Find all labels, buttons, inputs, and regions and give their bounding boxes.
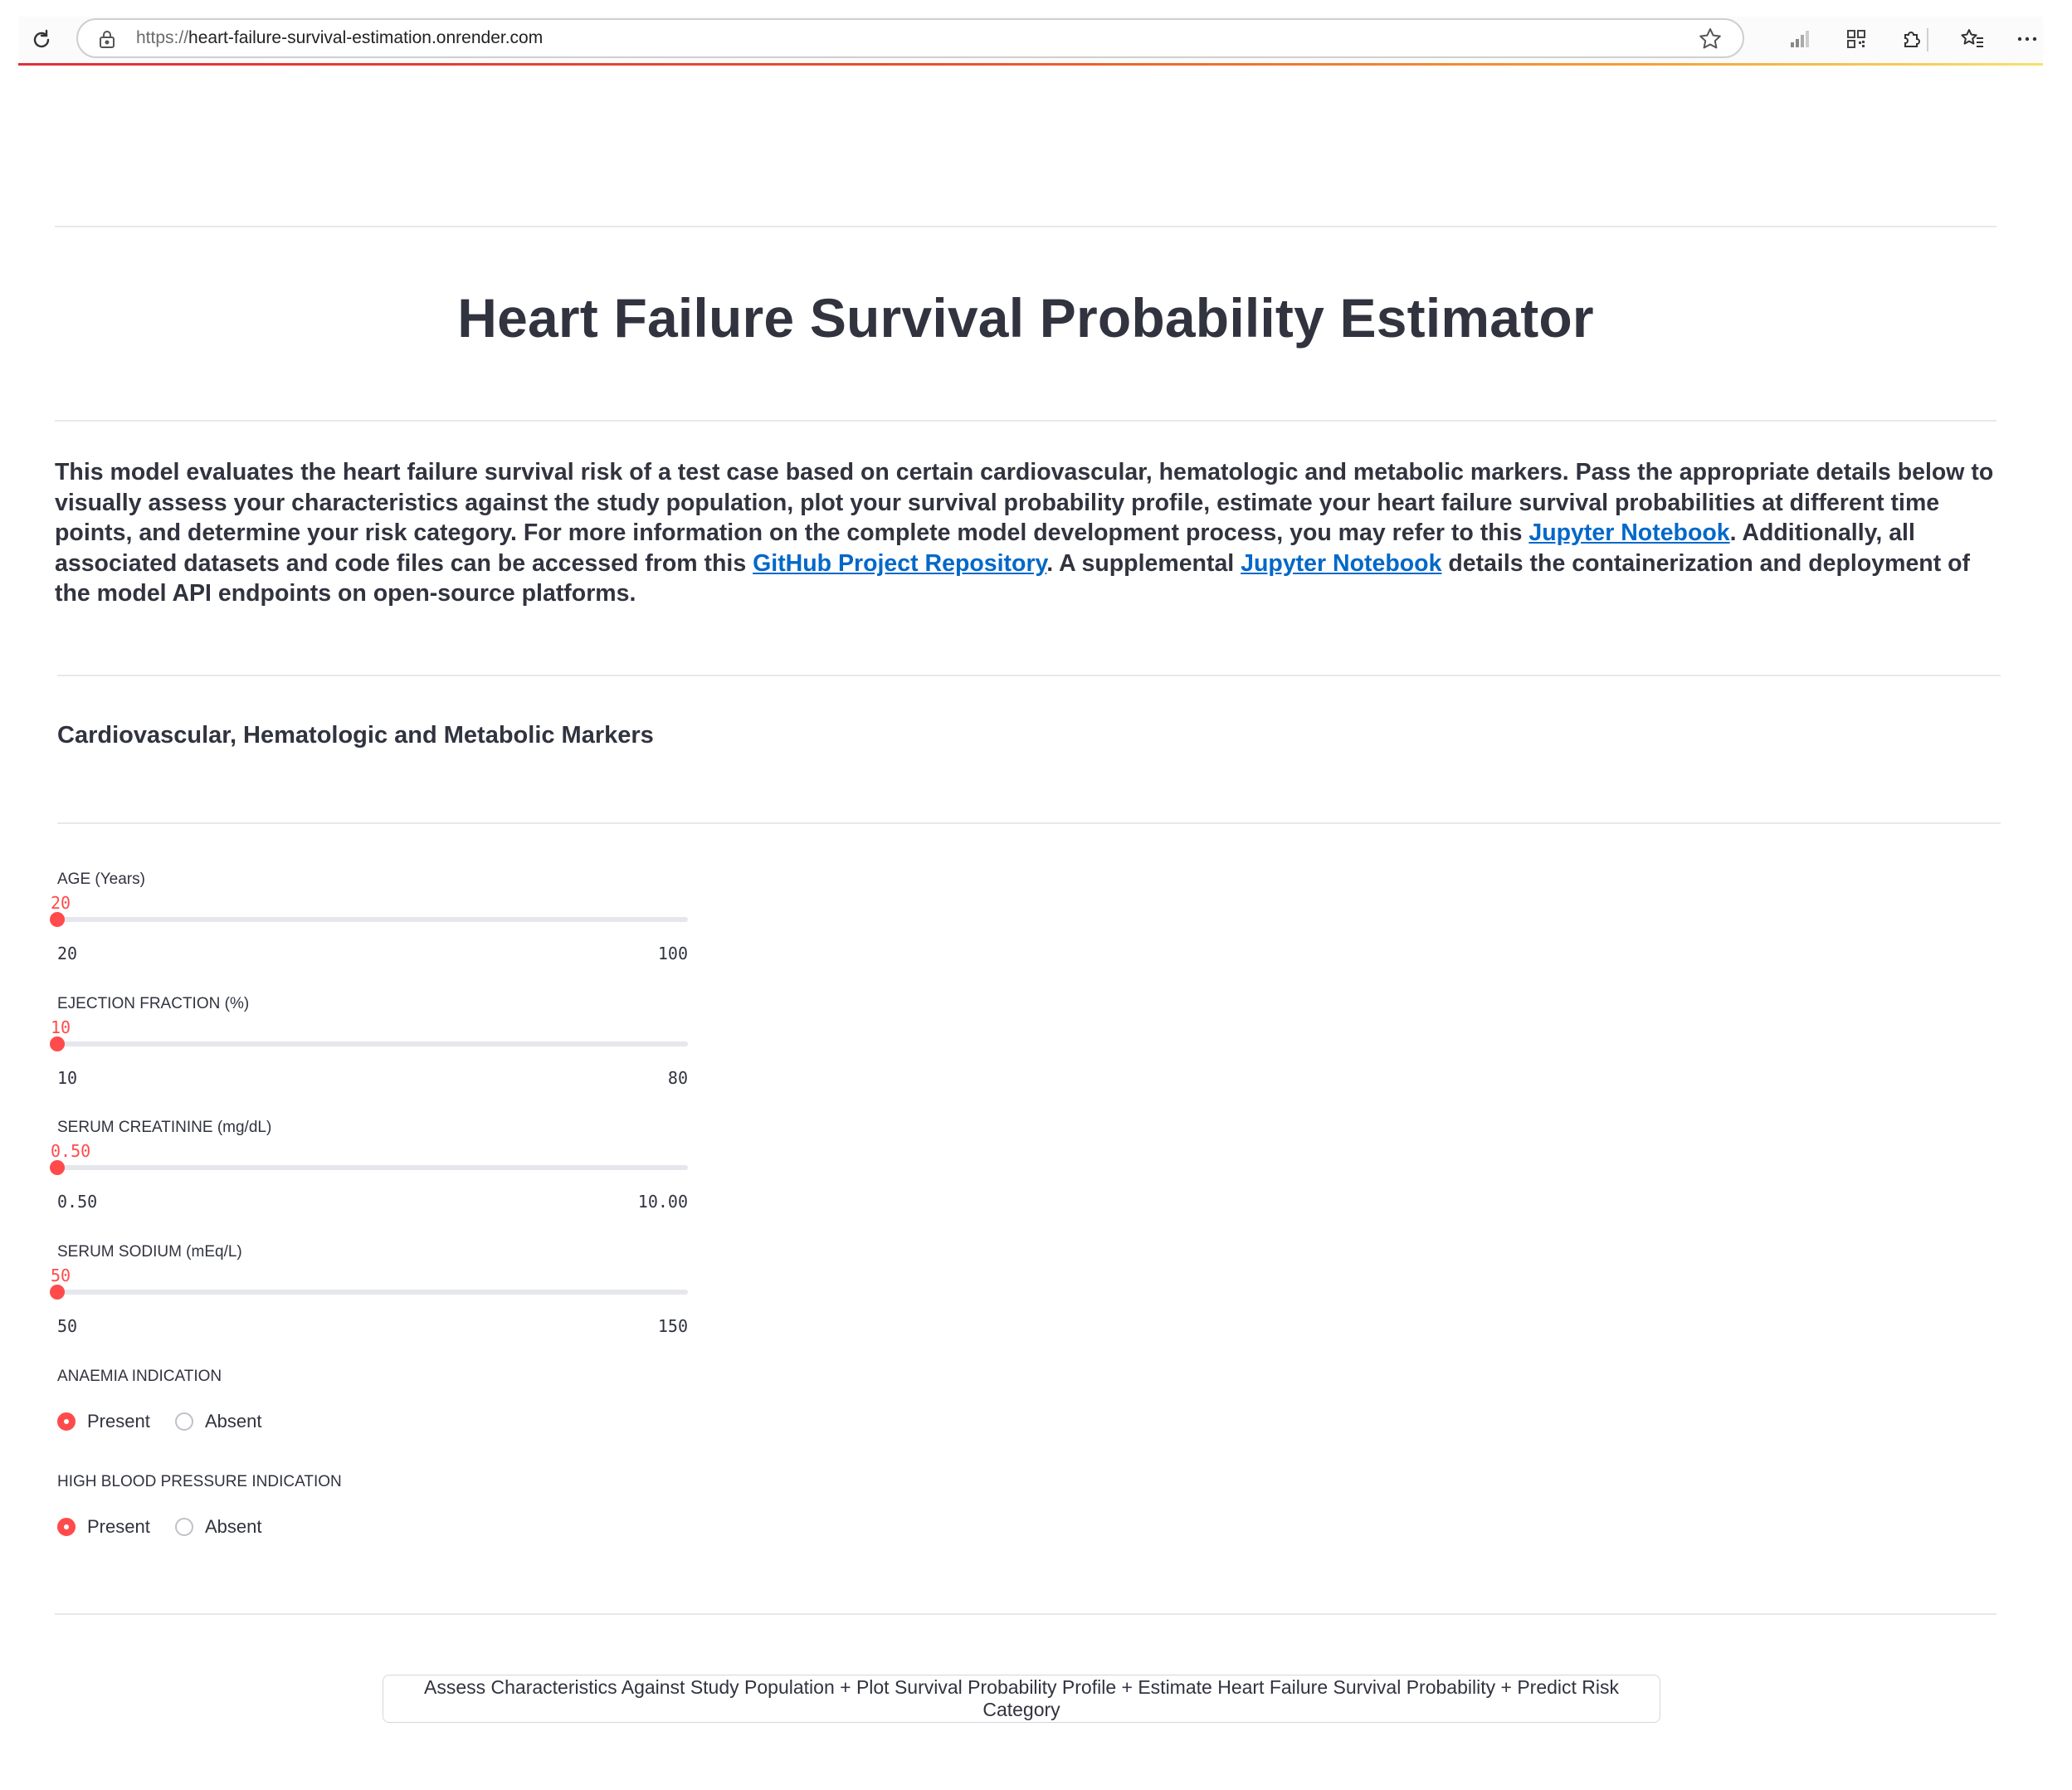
qr-code-icon[interactable] [1842,25,1870,53]
radio-option-label: Absent [205,1516,262,1537]
radio-group-label: HIGH BLOOD PRESSURE INDICATION [57,1473,342,1490]
radio-option-label: Present [87,1411,150,1432]
slider-max-label: 100 [657,944,688,963]
serum-sodium-slider: SERUM SODIUM (mEq/L) 50 50 150 [50,1243,688,1351]
page-title: Heart Failure Survival Probability Estim… [457,287,1594,349]
radio-option-present[interactable]: Present [57,1409,150,1434]
slider-current-value: 50 [51,1266,71,1285]
radio-circle-selected[interactable] [57,1412,76,1431]
reload-icon[interactable] [27,25,56,55]
divider [57,822,2001,824]
serum-creatinine-slider: SERUM CREATININE (mg/dL) 0.50 0.50 10.00 [50,1119,688,1227]
toolbar-separator [1927,28,1928,51]
url-text: https://heart-failure-survival-estimatio… [136,20,543,56]
star-icon[interactable] [1698,27,1723,51]
signal-bars-icon[interactable] [1786,25,1814,53]
slider-label: SERUM CREATININE (mg/dL) [57,1119,272,1136]
puzzle-icon[interactable] [1897,25,1925,53]
slider-track[interactable] [57,1041,688,1046]
radio-option-label: Absent [205,1411,262,1432]
slider-thumb[interactable] [50,1036,65,1051]
anaemia-radio-group: ANAEMIA INDICATION Present Absent [57,1368,638,1442]
intro-paragraph: This model evaluates the heart failure s… [55,457,2001,609]
supplemental-notebook-link[interactable]: Jupyter Notebook [1241,550,1441,577]
page-load-progress [18,63,2043,66]
slider-min-label: 10 [57,1068,78,1088]
jupyter-notebook-link[interactable]: Jupyter Notebook [1528,519,1729,546]
radio-option-label: Present [87,1516,150,1537]
url-host: heart-failure-survival-estimation.onrend… [188,28,544,47]
assess-and-predict-button[interactable]: Assess Characteristics Against Study Pop… [383,1675,1660,1723]
slider-thumb[interactable] [50,1285,65,1300]
slider-track[interactable] [57,1290,688,1295]
radio-group-label: ANAEMIA INDICATION [57,1368,222,1385]
slider-max-label: 10.00 [637,1192,688,1212]
url-scheme: https:// [136,28,189,47]
intro-text: . A supplemental [1046,549,1241,577]
slider-min-label: 0.50 [57,1192,98,1212]
slider-max-label: 80 [667,1068,688,1088]
more-dots-icon[interactable] [2013,25,2041,53]
high-blood-pressure-radio-group: HIGH BLOOD PRESSURE INDICATION Present A… [57,1473,638,1548]
slider-track[interactable] [57,917,688,922]
lock-icon [100,31,115,48]
age-slider: AGE (Years) 20 20 100 [50,871,688,978]
slider-min-label: 20 [57,944,78,963]
address-bar[interactable]: https://heart-failure-survival-estimatio… [76,18,1744,58]
section-heading: Cardiovascular, Hematologic and Metaboli… [57,722,654,749]
slider-track[interactable] [57,1165,688,1170]
slider-label: SERUM SODIUM (mEq/L) [57,1243,242,1261]
divider [55,1613,1996,1615]
slider-current-value: 20 [51,893,71,913]
radio-circle-selected[interactable] [57,1518,76,1536]
slider-label: EJECTION FRACTION (%) [57,995,250,1012]
slider-thumb[interactable] [50,912,65,927]
slider-thumb[interactable] [50,1160,65,1175]
slider-current-value: 0.50 [51,1141,91,1161]
slider-label: AGE (Years) [57,871,145,888]
radio-circle[interactable] [175,1412,193,1431]
slider-current-value: 10 [51,1017,71,1037]
github-repository-link[interactable]: GitHub Project Repository [753,550,1046,577]
slider-min-label: 50 [57,1316,78,1336]
radio-option-absent[interactable]: Absent [175,1514,262,1539]
divider [57,675,2001,676]
browser-toolbar: https://heart-failure-survival-estimatio… [18,17,2043,63]
divider [55,420,1996,422]
slider-max-label: 150 [657,1316,688,1336]
radio-circle[interactable] [175,1518,193,1536]
favorites-list-icon[interactable] [1958,25,1987,53]
divider [55,226,1996,227]
radio-option-present[interactable]: Present [57,1514,150,1539]
ejection-fraction-slider: EJECTION FRACTION (%) 10 10 80 [50,995,688,1103]
radio-option-absent[interactable]: Absent [175,1409,262,1434]
